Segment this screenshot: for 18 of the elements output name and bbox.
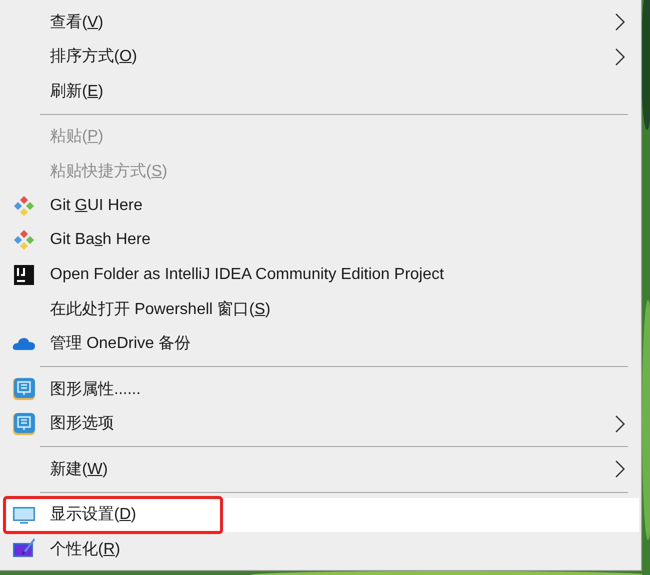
menu-item[interactable]: Open Folder as IntelliJ IDEA Community Edition Project (0, 258, 639, 292)
menu-item[interactable]: 刷新(E) (0, 74, 639, 108)
menu-item[interactable]: 排序方式(O) (0, 40, 639, 74)
menu-item[interactable]: 在此处打开 Powershell 窗口(S) (0, 292, 639, 326)
menu-item[interactable]: Git Bash Here (0, 223, 639, 258)
menu-item[interactable]: 查看(V) (0, 5, 639, 40)
menu-item[interactable]: 图形属性...... (0, 372, 639, 406)
menu-item[interactable]: 管理 OneDrive 备份 (0, 326, 639, 361)
menu-item[interactable]: Git GUI Here (0, 188, 639, 223)
git-diamond-icon (12, 194, 36, 218)
menu-item[interactable]: 图形选项 (0, 406, 639, 441)
menu-item[interactable]: 个性化(R) (0, 532, 639, 566)
intellij-logo-icon (12, 262, 36, 287)
menu-item[interactable]: 显示设置(D) (0, 498, 639, 532)
git-diamond-icon (12, 228, 36, 252)
graphics-icon (12, 412, 36, 436)
menu-item[interactable]: 新建(W) (0, 452, 639, 486)
graphics-icon (12, 377, 36, 402)
